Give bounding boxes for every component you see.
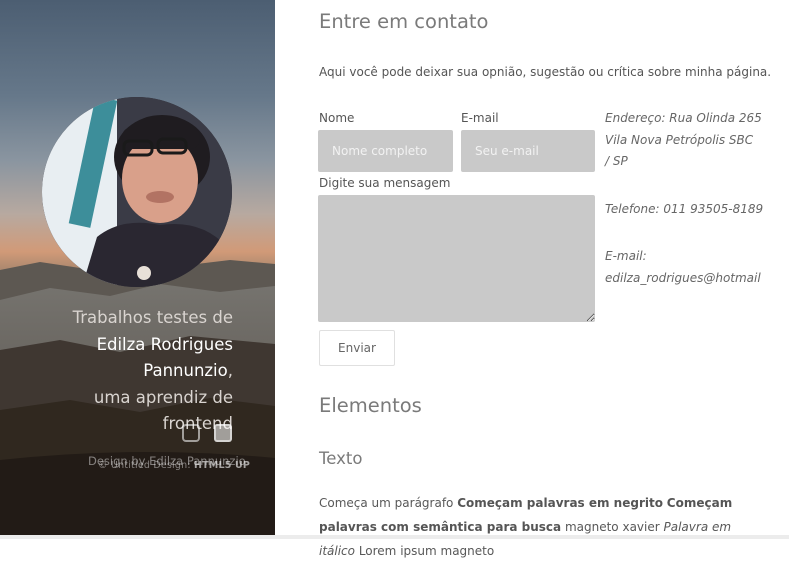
credits-link[interactable]: HTML5 UP (194, 460, 250, 471)
author-name-line2: Pannunzio (143, 361, 228, 380)
social-links (182, 424, 232, 442)
para-end: Lorem ipsum magneto (355, 544, 495, 558)
send-button[interactable]: Enviar (319, 330, 395, 366)
role-line1: uma aprendiz de (93, 387, 233, 407)
credits-prefix: © Untitled Design: (98, 460, 191, 471)
instagram-icon[interactable] (182, 424, 200, 442)
phone-text: Telefone: 011 93505-8189 (605, 202, 764, 216)
profile-avatar (42, 97, 232, 287)
message-textarea[interactable] (318, 195, 595, 322)
text-subtitle: Texto (319, 449, 363, 468)
email-label: E-mail (461, 111, 499, 125)
email-block: E-mail: edilza_rodrigues@hotmail (605, 246, 761, 289)
email-title: E-mail: (605, 249, 647, 263)
name-input[interactable] (318, 130, 453, 172)
message-label: Digite sua mensagem (319, 176, 451, 190)
address-line1: Endereço: Rua Olinda 265 (605, 111, 762, 125)
contact-title: Entre em contato (319, 10, 489, 33)
name-label: Nome (319, 111, 355, 125)
intro-line: Trabalhos testes de (72, 308, 233, 327)
page-bottom-border (0, 535, 789, 539)
para-bold: Começam palavras em negrito (457, 496, 663, 510)
email-input[interactable] (461, 130, 595, 172)
name-comma: , (227, 361, 233, 380)
para-mid: magneto xavier (561, 520, 664, 534)
contact-intro: Aqui você pode deixar sua opnião, sugest… (319, 65, 772, 79)
design-credits: © Untitled Design: HTML5 UP (98, 460, 250, 471)
author-name-line1: Edilza Rodrigues (96, 334, 233, 354)
para-start: Começa um parágrafo (319, 496, 458, 510)
elements-title: Elementos (319, 394, 422, 417)
address-line3: / SP (605, 154, 628, 168)
address-block: Endereço: Rua Olinda 265 Vila Nova Petró… (605, 108, 762, 173)
sample-paragraph: Começa um parágrafo Começam palavras em … (319, 491, 759, 563)
email-value[interactable]: edilza_rodrigues@hotmail (605, 268, 761, 290)
address-line2: Vila Nova Petrópolis SBC (605, 132, 754, 147)
sidebar: Trabalhos testes de Edilza Rodrigues Pan… (0, 0, 275, 535)
sidebar-intro: Trabalhos testes de Edilza Rodrigues Pan… (33, 305, 233, 438)
main-content: Entre em contato Aqui você pode deixar s… (275, 0, 789, 558)
facebook-icon[interactable] (214, 424, 232, 442)
